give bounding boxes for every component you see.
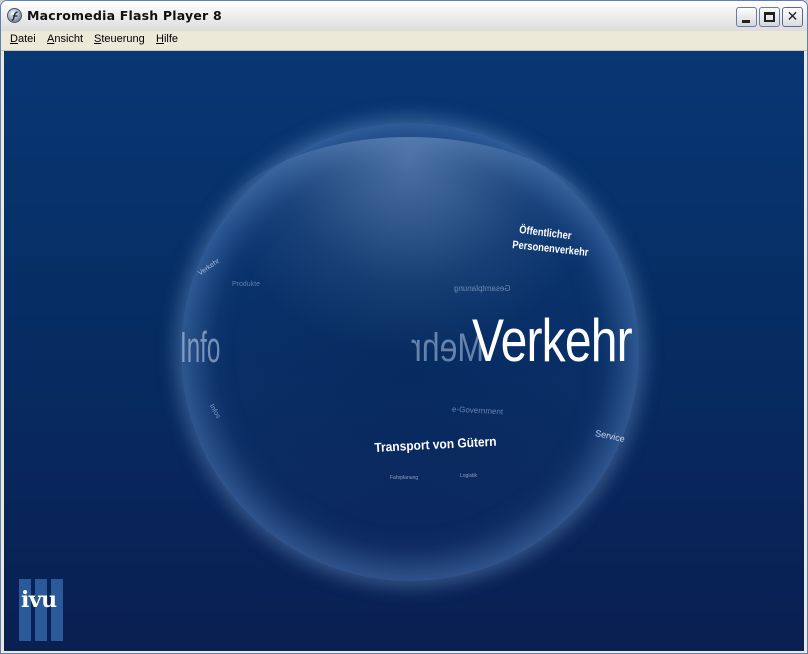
menu-datei[interactable]: Datei xyxy=(10,33,36,45)
minimize-button[interactable] xyxy=(736,7,757,27)
close-button[interactable]: ✕ xyxy=(782,7,803,27)
window-title: Macromedia Flash Player 8 xyxy=(27,8,222,23)
minimize-icon xyxy=(742,20,750,23)
menu-steuerung[interactable]: Steuerung xyxy=(94,33,145,45)
close-icon: ✕ xyxy=(786,9,799,25)
ivu-logo-text: ivu xyxy=(21,587,57,613)
sphere-word-small-2[interactable]: Logistik xyxy=(460,473,477,479)
sphere-word-verkehr[interactable]: Verkehr xyxy=(472,306,633,375)
maximize-icon xyxy=(764,12,775,22)
flash-stage[interactable]: Mehr Info Verkehr Öffentlicher Personenv… xyxy=(4,51,804,651)
title-bar[interactable]: Macromedia Flash Player 8 ✕ xyxy=(1,1,807,31)
menu-hilfe-accel: H xyxy=(156,33,164,45)
menu-hilfe-rest: ilfe xyxy=(163,33,179,45)
maximize-button[interactable] xyxy=(759,7,780,27)
sphere-word-small-1[interactable]: Fahrplanung xyxy=(390,475,418,481)
menu-ansicht-rest: nsicht xyxy=(54,33,84,45)
sphere-word-info: Info xyxy=(180,323,221,372)
menu-bar: Datei Ansicht Steuerung Hilfe xyxy=(1,31,807,51)
menu-datei-accel: D xyxy=(10,33,18,45)
flash-player-icon[interactable] xyxy=(7,8,22,23)
sphere-word-left-2[interactable]: Produkte xyxy=(232,281,260,288)
sphere-word-gesamt[interactable]: Gesamtplanung xyxy=(454,284,510,293)
menu-hilfe[interactable]: Hilfe xyxy=(156,33,178,45)
menu-datei-rest: atei xyxy=(17,33,36,45)
menu-ansicht[interactable]: Ansicht xyxy=(47,33,83,45)
menu-steuerung-rest: teuerung xyxy=(101,33,145,45)
flash-player-window: Macromedia Flash Player 8 ✕ Datei Ansich… xyxy=(0,0,808,654)
